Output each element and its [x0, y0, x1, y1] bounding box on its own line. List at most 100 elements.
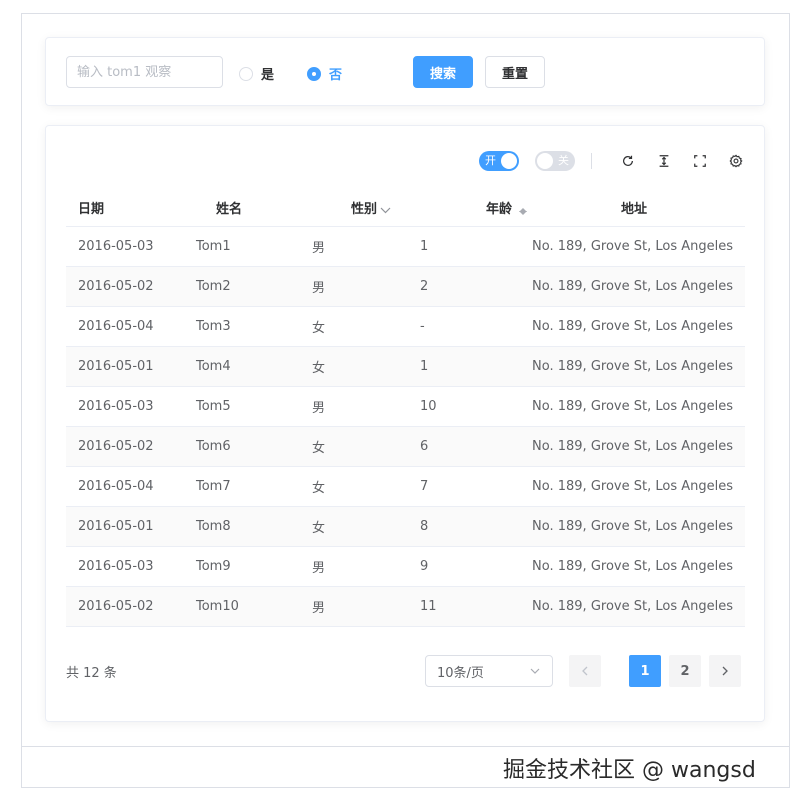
radio-no[interactable]: 否	[307, 64, 342, 83]
prev-page-button[interactable]	[569, 655, 601, 687]
cell-date: 2016-05-01	[78, 359, 154, 374]
table-header: 日期 姓名 性别 年龄 地址	[66, 189, 745, 227]
header-gender-label: 性别	[351, 202, 378, 217]
cell-address: No. 189, Grove St, Los Angeles	[532, 479, 733, 494]
cell-gender: 男	[312, 241, 326, 256]
search-button[interactable]: 搜索	[413, 56, 473, 88]
cell-gender: 女	[312, 361, 326, 376]
header-gender[interactable]: 性别	[339, 198, 474, 217]
cell-gender: 女	[312, 321, 326, 336]
reset-button[interactable]: 重置	[485, 56, 545, 88]
cell-date: 2016-05-03	[78, 399, 154, 414]
switch-on[interactable]: 开	[479, 151, 519, 171]
cell-gender: 女	[312, 481, 326, 496]
cell-name: Tom2	[196, 279, 231, 294]
table-row: 2016-05-02 Tom2 男 2 No. 189, Grove St, Los A…	[66, 267, 745, 307]
table-row: 2016-05-03 Tom5 男 10 No. 189, Grove St, Los …	[66, 387, 745, 427]
cell-name: Tom4	[196, 359, 231, 374]
search-card: 是 否 搜索 重置	[45, 37, 765, 106]
cell-address: No. 189, Grove St, Los Angeles	[532, 559, 733, 574]
cell-address: No. 189, Grove St, Los Angeles	[532, 319, 733, 334]
cell-gender: 女	[312, 441, 326, 456]
table-toolbar: 开 关	[463, 150, 744, 172]
cell-address: No. 189, Grove St, Los Angeles	[532, 239, 733, 254]
radio-yes[interactable]: 是	[239, 64, 274, 83]
radio-no-label: 否	[329, 68, 343, 83]
cell-name: Tom7	[196, 479, 231, 494]
cell-age: 10	[420, 399, 437, 414]
cell-gender: 男	[312, 401, 326, 416]
refresh-icon[interactable]	[620, 153, 636, 169]
page-button-1[interactable]: 1	[629, 655, 661, 687]
pagination-total: 共 12 条	[66, 665, 117, 681]
table-card: 开 关 日期 姓名 性别 年龄 地址 2016-05-03 Tom1 男 1 N…	[45, 125, 765, 722]
sort-icon[interactable]	[518, 204, 528, 216]
switch-off-label: 关	[558, 154, 569, 167]
data-table: 日期 姓名 性别 年龄 地址 2016-05-03 Tom1 男 1 No. 189, …	[66, 189, 745, 627]
header-age-label: 年龄	[486, 202, 513, 217]
cell-name: Tom6	[196, 439, 231, 454]
cell-gender: 女	[312, 521, 326, 536]
pagination: 共 12 条 10条/页 1 2	[66, 655, 745, 687]
cell-date: 2016-05-01	[78, 519, 154, 534]
switch-on-knob	[501, 153, 517, 169]
toolbar-divider	[591, 153, 592, 169]
cell-age: 9	[420, 559, 429, 574]
search-input[interactable]	[66, 56, 223, 88]
header-name: 姓名	[216, 202, 243, 217]
filter-chevron-icon[interactable]	[380, 206, 391, 214]
next-page-button[interactable]	[709, 655, 741, 687]
radio-no-dot[interactable]	[307, 66, 321, 81]
table-row: 2016-05-01 Tom8 女 8 No. 189, Grove St, Los A…	[66, 507, 745, 547]
cell-age: -	[420, 319, 425, 334]
cell-name: Tom5	[196, 399, 231, 414]
cell-address: No. 189, Grove St, Los Angeles	[532, 519, 733, 534]
cell-age: 11	[420, 599, 437, 614]
cell-date: 2016-05-03	[78, 239, 154, 254]
radio-yes-label: 是	[261, 68, 275, 83]
table-body: 2016-05-03 Tom1 男 1 No. 189, Grove St, Los A…	[66, 227, 745, 627]
cell-date: 2016-05-03	[78, 559, 154, 574]
switch-off[interactable]: 关	[535, 151, 575, 171]
fullscreen-icon[interactable]	[692, 153, 708, 169]
table-row: 2016-05-04 Tom3 女 - No. 189, Grove St, Los A…	[66, 307, 745, 347]
cell-date: 2016-05-04	[78, 479, 154, 494]
cell-gender: 男	[312, 281, 326, 296]
cell-name: Tom9	[196, 559, 231, 574]
table-row: 2016-05-03 Tom9 男 9 No. 189, Grove St, Los A…	[66, 547, 745, 587]
cell-age: 7	[420, 479, 429, 494]
cell-name: Tom3	[196, 319, 231, 334]
chevron-down-icon	[530, 668, 540, 674]
table-row: 2016-05-02 Tom10 男 11 No. 189, Grove St, Los…	[66, 587, 745, 627]
page-size-select[interactable]: 10条/页	[425, 655, 553, 687]
switch-on-label: 开	[485, 154, 496, 167]
cell-date: 2016-05-02	[78, 279, 154, 294]
header-address: 地址	[621, 202, 648, 217]
chevron-left-icon	[582, 666, 588, 676]
table-row: 2016-05-03 Tom1 男 1 No. 189, Grove St, Los A…	[66, 227, 745, 267]
cell-address: No. 189, Grove St, Los Angeles	[532, 439, 733, 454]
cell-address: No. 189, Grove St, Los Angeles	[532, 399, 733, 414]
cell-name: Tom10	[196, 599, 239, 614]
cell-age: 2	[420, 279, 429, 294]
cell-gender: 男	[312, 561, 326, 576]
table-row: 2016-05-02 Tom6 女 6 No. 189, Grove St, Los A…	[66, 427, 745, 467]
cell-age: 6	[420, 439, 429, 454]
cell-age: 1	[420, 239, 429, 254]
radio-yes-dot[interactable]	[239, 66, 253, 81]
cell-age: 1	[420, 359, 429, 374]
header-age[interactable]: 年龄	[474, 198, 609, 217]
page-size-value: 10条/页	[437, 665, 484, 681]
cell-date: 2016-05-02	[78, 599, 154, 614]
cell-name: Tom1	[196, 239, 231, 254]
settings-gear-icon[interactable]	[728, 153, 744, 169]
density-icon[interactable]	[656, 153, 672, 169]
cell-address: No. 189, Grove St, Los Angeles	[532, 359, 733, 374]
watermark: 掘金技术社区 @ wangsd	[503, 758, 756, 783]
cell-gender: 男	[312, 601, 326, 616]
cell-age: 8	[420, 519, 429, 534]
page-button-2[interactable]: 2	[669, 655, 701, 687]
cell-address: No. 189, Grove St, Los Angeles	[532, 599, 733, 614]
table-row: 2016-05-01 Tom4 女 1 No. 189, Grove St, Los A…	[66, 347, 745, 387]
chevron-right-icon	[722, 666, 728, 676]
